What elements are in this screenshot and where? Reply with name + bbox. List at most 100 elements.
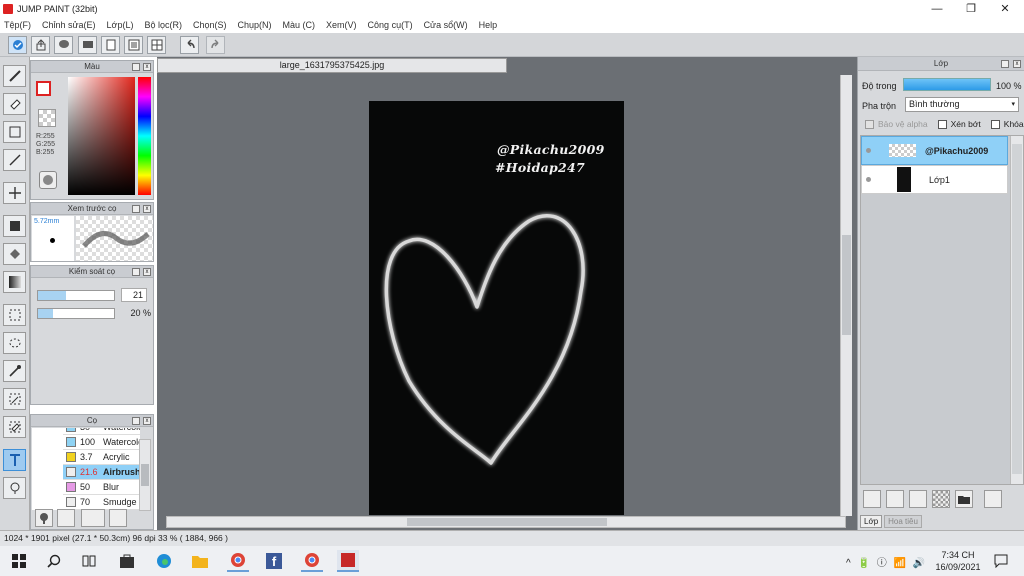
brush-item[interactable]: 21.6 Airbrush xyxy=(63,465,140,480)
new-layer-icon[interactable] xyxy=(863,490,881,508)
rect-tool-icon[interactable] xyxy=(3,121,26,143)
hue-slider[interactable] xyxy=(138,77,151,195)
brush-list-scrollbar[interactable] xyxy=(139,439,151,511)
folder-icon[interactable] xyxy=(955,490,973,508)
windows-start-icon[interactable] xyxy=(8,550,30,572)
palette-icon[interactable] xyxy=(39,171,57,189)
menu-tools[interactable]: Công cụ(T) xyxy=(368,20,413,30)
move-tool-icon[interactable] xyxy=(3,182,26,204)
canvas-image[interactable]: @Pikachu2009 #Hoidap247 xyxy=(369,101,624,515)
panel-float-icon[interactable] xyxy=(132,63,140,71)
menu-filter[interactable]: Bộ lọc(R) xyxy=(144,20,182,30)
select-rect-icon[interactable] xyxy=(3,304,26,326)
line-tool-icon[interactable] xyxy=(3,149,26,171)
brush-size-slider[interactable] xyxy=(37,290,115,301)
gradient-tool-icon[interactable] xyxy=(3,271,26,293)
message-icon[interactable] xyxy=(78,36,97,54)
duplicate-layer-icon[interactable] xyxy=(984,490,1002,508)
fill-rect-icon[interactable] xyxy=(3,215,26,237)
tab-layers[interactable]: Lớp xyxy=(860,515,883,528)
brush-tool-icon[interactable] xyxy=(3,65,26,87)
bucket-tool-icon[interactable] xyxy=(3,243,26,265)
facebook-icon[interactable]: f xyxy=(263,550,285,572)
redo-icon[interactable] xyxy=(206,36,225,54)
alpha-checkbox[interactable] xyxy=(865,119,874,129)
layer-opacity-slider[interactable] xyxy=(903,78,991,91)
layer-list-scrollbar[interactable] xyxy=(1010,136,1023,484)
transparent-swatch[interactable] xyxy=(38,109,56,127)
close-button[interactable]: ✕ xyxy=(988,0,1022,17)
pen-select-icon[interactable] xyxy=(3,388,26,410)
layer-item[interactable]: @Pikachu2009 xyxy=(861,136,1008,165)
brush-item[interactable]: 3.7 Acrylic xyxy=(63,450,140,465)
canvas-hscrollbar[interactable] xyxy=(166,516,846,528)
chrome-icon[interactable] xyxy=(227,550,249,572)
brush-menu-icon[interactable] xyxy=(81,509,105,527)
chrome-profile-icon[interactable] xyxy=(301,550,323,572)
grid-icon[interactable] xyxy=(147,36,166,54)
jump-paint-taskbar-icon[interactable] xyxy=(337,550,359,572)
brush-opacity-slider[interactable] xyxy=(37,308,115,319)
clock[interactable]: 7:34 CH 16/09/2021 xyxy=(932,549,984,573)
panel-float-icon[interactable] xyxy=(132,417,140,425)
menu-layer[interactable]: Lớp(L) xyxy=(107,20,134,30)
lasso-tool-icon[interactable] xyxy=(3,332,26,354)
notification-icon[interactable] xyxy=(990,550,1012,572)
menu-window[interactable]: Cửa sổ(W) xyxy=(424,20,468,30)
minimize-button[interactable]: — xyxy=(920,0,954,17)
brush-size-value[interactable]: 21 xyxy=(121,288,147,302)
lock-checkbox[interactable] xyxy=(990,119,1000,129)
text-tool-icon[interactable] xyxy=(3,449,26,471)
brush-item[interactable]: 70 Smudge xyxy=(63,495,140,510)
task-view-icon[interactable] xyxy=(78,550,100,572)
magic-wand-icon[interactable] xyxy=(3,360,26,382)
panel-close-icon[interactable]: x xyxy=(143,205,151,213)
menu-view[interactable]: Xem(V) xyxy=(326,20,357,30)
clip-checkbox[interactable] xyxy=(937,119,947,129)
eraser-tool-icon[interactable] xyxy=(3,93,26,115)
visibility-icon[interactable] xyxy=(866,148,871,153)
menu-file[interactable]: Tệp(F) xyxy=(4,20,31,30)
menu-help[interactable]: Help xyxy=(479,20,498,30)
edge-icon[interactable] xyxy=(153,550,175,572)
blend-mode-select[interactable]: Bình thường ▾ xyxy=(905,97,1019,112)
panel-close-icon[interactable]: x xyxy=(143,63,151,71)
erase-select-icon[interactable] xyxy=(3,416,26,438)
panel-close-icon[interactable]: x xyxy=(143,417,151,425)
tab-navigator[interactable]: Hoa tiêu xyxy=(884,515,922,528)
canvas-vscrollbar[interactable] xyxy=(840,75,852,516)
search-icon[interactable] xyxy=(43,550,65,572)
panel-float-icon[interactable] xyxy=(1001,60,1009,68)
undo-icon[interactable] xyxy=(180,36,199,54)
menu-select[interactable]: Chọn(S) xyxy=(193,20,227,30)
layer-item[interactable]: Lớp1 xyxy=(861,165,1008,194)
sync-icon[interactable] xyxy=(8,36,27,54)
menu-edit[interactable]: Chỉnh sửa(E) xyxy=(42,20,96,30)
store-icon[interactable] xyxy=(116,550,138,572)
new-brush-icon[interactable] xyxy=(57,509,75,527)
layer-mask-icon[interactable] xyxy=(932,490,950,508)
brush-item[interactable]: 100 Watercolor (We xyxy=(63,435,140,450)
primary-color-swatch[interactable] xyxy=(36,81,51,96)
visibility-icon[interactable] xyxy=(866,177,871,182)
document-icon[interactable] xyxy=(101,36,120,54)
panel-float-icon[interactable] xyxy=(132,268,140,276)
file-explorer-icon[interactable] xyxy=(189,550,211,572)
brush-item[interactable]: 50 Blur xyxy=(63,480,140,495)
menu-capture[interactable]: Chụp(N) xyxy=(238,20,272,30)
panel-close-icon[interactable]: x xyxy=(1013,60,1021,68)
share-icon[interactable] xyxy=(31,36,50,54)
brush-copy-icon[interactable] xyxy=(109,509,127,527)
brush-item[interactable]: 30Watercolor xyxy=(63,428,140,435)
color-picker-square[interactable] xyxy=(68,77,135,195)
panel-close-icon[interactable]: x xyxy=(143,268,151,276)
new-layer-copy-icon[interactable] xyxy=(886,490,904,508)
system-tray[interactable]: ^ 🔋 ⓘ 📶 🔊 xyxy=(846,554,927,569)
panel-float-icon[interactable] xyxy=(132,205,140,213)
menu-color[interactable]: Màu (C) xyxy=(283,20,316,30)
brush-settings-icon[interactable] xyxy=(35,509,53,527)
hand-tool-icon[interactable] xyxy=(3,477,26,499)
list-icon[interactable] xyxy=(124,36,143,54)
document-tab[interactable]: large_1631795375425.jpg xyxy=(157,58,507,73)
comment-icon[interactable] xyxy=(54,36,73,54)
